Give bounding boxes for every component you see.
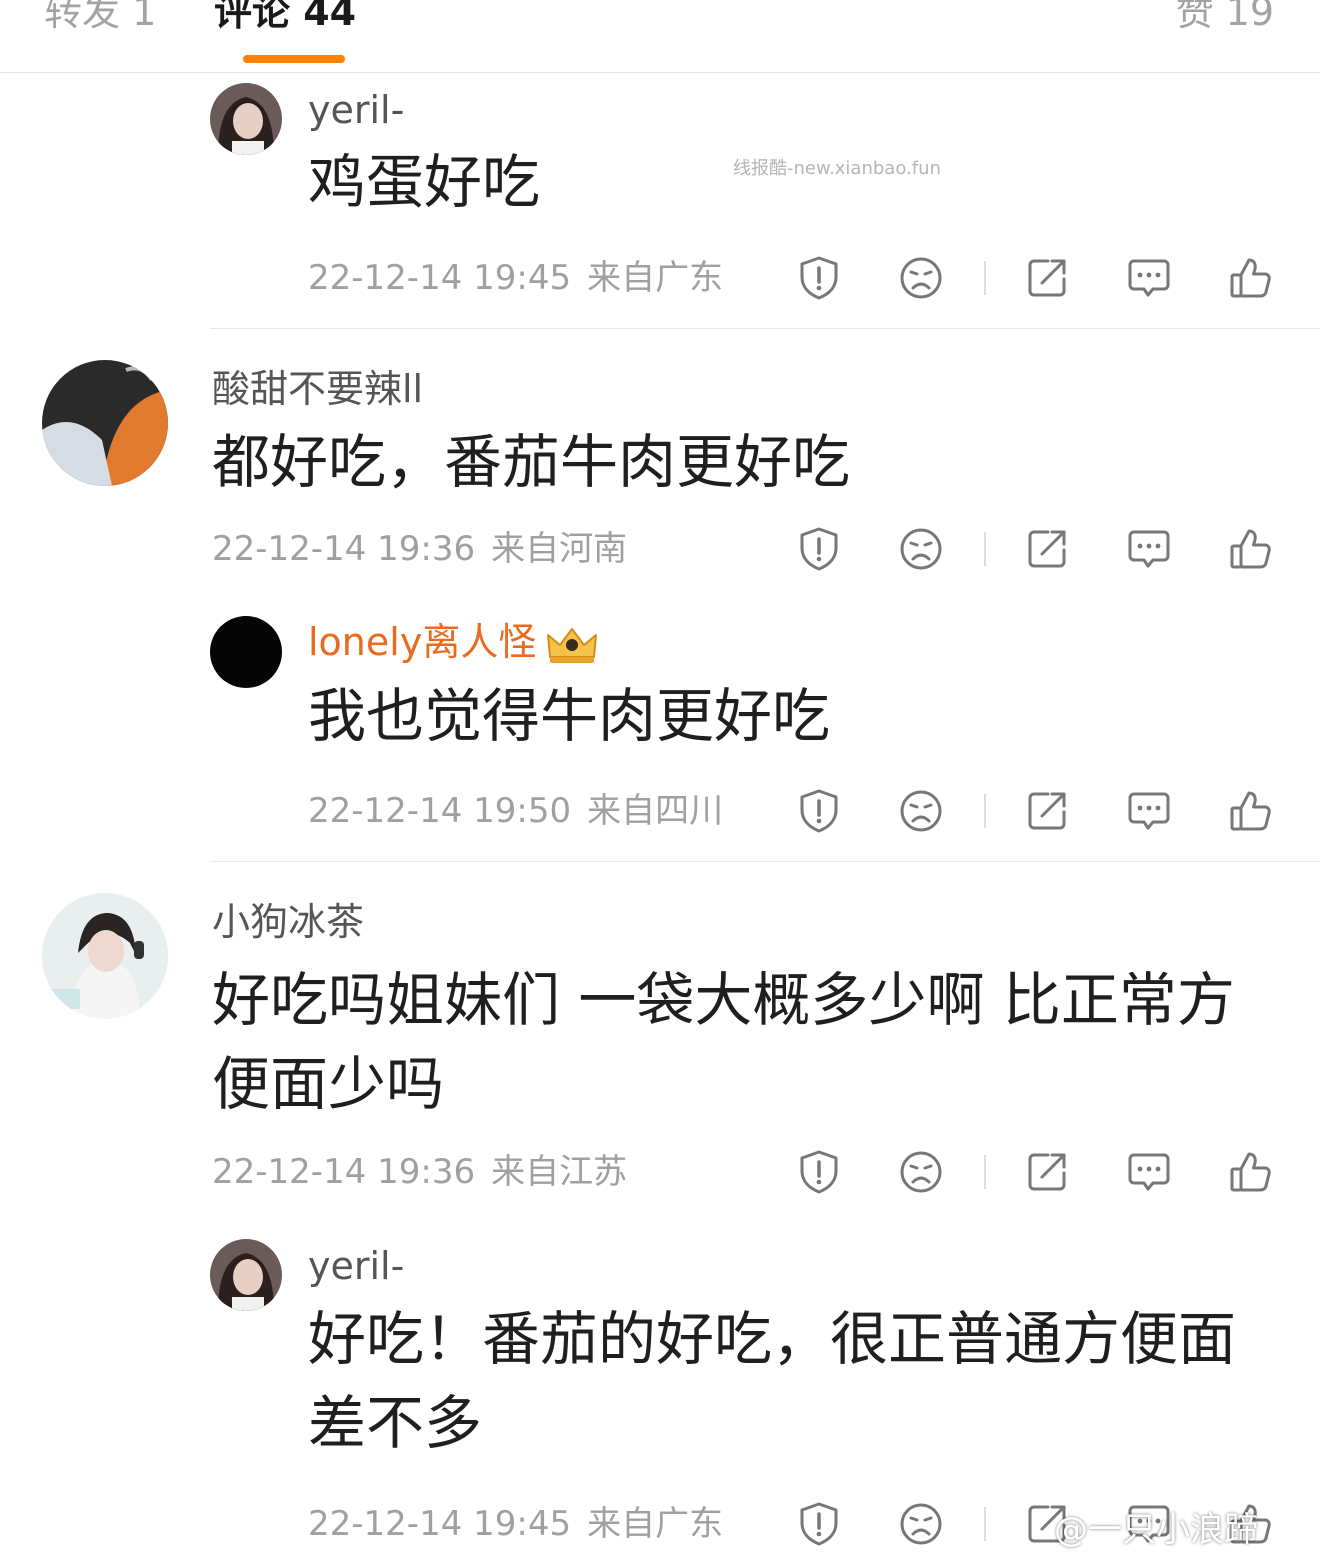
avatar-girl-headphones-icon (42, 893, 168, 1019)
bottom-watermark: @一只小浪蹄 (1054, 1510, 1258, 1550)
dislike-icon[interactable] (898, 255, 944, 301)
comment-location: 来自江苏 (491, 1152, 628, 1192)
comment-text: 好吃！番茄的好吃，很正普通方便面差不多 (308, 1305, 1237, 1457)
avatar-photo-icon (42, 360, 168, 486)
reply-icon[interactable] (1126, 255, 1172, 301)
comment-username-text: lonely离人怪 (308, 620, 537, 664)
reply-icon[interactable] (1126, 526, 1172, 572)
comment-username[interactable]: 酸甜不要辣ll (212, 365, 423, 413)
avatar-girl-icon (210, 83, 282, 155)
comment-location: 来自广东 (587, 1504, 724, 1544)
tab-bar: 转发 1 评论 44 赞 19 (0, 0, 1320, 73)
comment-text: 好吃吗姐妹们 一袋大概多少啊 比正常方便面少吗 (212, 966, 1235, 1118)
avatar[interactable] (210, 1239, 282, 1311)
dislike-icon[interactable] (898, 526, 944, 572)
avatar-black-icon (210, 616, 282, 688)
report-icon[interactable] (796, 255, 842, 301)
action-separator (984, 1507, 986, 1541)
avatar[interactable] (210, 83, 282, 155)
vip-crown-icon (547, 627, 598, 663)
comment-time: 22-12-14 19:36 (212, 529, 476, 569)
report-icon[interactable] (796, 1149, 842, 1195)
comment-username[interactable]: 小狗冰茶 (212, 898, 364, 946)
comment-username[interactable]: lonely离人怪 (308, 618, 600, 667)
reply-icon[interactable] (1126, 788, 1172, 834)
comment-meta: 22-12-14 19:45 来自广东 (308, 1502, 723, 1546)
comment-text: 我也觉得牛肉更好吃 (308, 682, 831, 750)
action-separator (984, 1155, 986, 1189)
like-icon[interactable] (1228, 526, 1274, 572)
divider (210, 328, 1320, 329)
tab-likes[interactable]: 赞 19 (1176, 0, 1274, 38)
share-icon[interactable] (1024, 255, 1070, 301)
action-separator (984, 794, 986, 828)
share-icon[interactable] (1024, 788, 1070, 834)
share-icon[interactable] (1024, 526, 1070, 572)
comment-location: 来自四川 (587, 791, 724, 831)
comment-meta: 22-12-14 19:36 来自河南 (212, 527, 627, 571)
share-icon[interactable] (1024, 1149, 1070, 1195)
comment-meta: 22-12-14 19:36 来自江苏 (212, 1150, 627, 1194)
like-icon[interactable] (1228, 255, 1274, 301)
comment-meta: 22-12-14 19:45 来自广东 (308, 256, 723, 300)
report-icon[interactable] (796, 1501, 842, 1547)
comment-location: 来自河南 (491, 529, 628, 569)
comment-text: 鸡蛋好吃 (308, 148, 541, 216)
avatar[interactable] (210, 616, 282, 688)
comment-time: 22-12-14 19:36 (212, 1152, 476, 1192)
tab-repost[interactable]: 转发 1 (44, 0, 156, 38)
dislike-icon[interactable] (898, 1149, 944, 1195)
action-separator (984, 261, 986, 295)
comment-time: 22-12-14 19:45 (308, 258, 572, 298)
avatar[interactable] (42, 360, 168, 486)
like-icon[interactable] (1228, 788, 1274, 834)
divider (210, 861, 1320, 862)
comment-time: 22-12-14 19:45 (308, 1504, 572, 1544)
like-icon[interactable] (1228, 1149, 1274, 1195)
comment-text: 都好吃，番茄牛肉更好吃 (212, 428, 851, 496)
active-tab-indicator (243, 55, 345, 63)
comment-time: 22-12-14 19:50 (308, 791, 572, 831)
report-icon[interactable] (796, 788, 842, 834)
reply-icon[interactable] (1126, 1149, 1172, 1195)
comment-username[interactable]: yeril- (308, 1242, 404, 1290)
comment-username[interactable]: yeril- (308, 86, 404, 134)
comment-meta: 22-12-14 19:50 来自四川 (308, 789, 723, 833)
action-separator (984, 532, 986, 566)
avatar[interactable] (42, 893, 168, 1019)
dislike-icon[interactable] (898, 1501, 944, 1547)
tab-comments[interactable]: 评论 44 (214, 0, 356, 38)
comment-location: 来自广东 (587, 258, 724, 298)
avatar-girl-icon (210, 1239, 282, 1311)
report-icon[interactable] (796, 526, 842, 572)
dislike-icon[interactable] (898, 788, 944, 834)
